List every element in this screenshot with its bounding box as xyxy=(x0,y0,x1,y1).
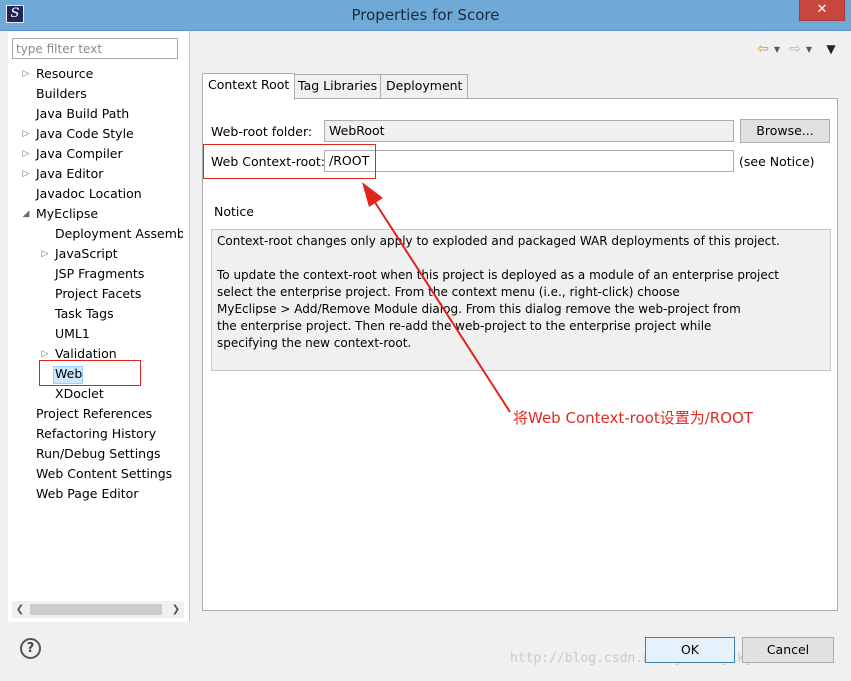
sidebar-item-web-content-settings[interactable]: Web Content Settings xyxy=(8,465,183,485)
scrollbar-thumb[interactable] xyxy=(30,604,162,615)
history-navigation: ⇦ ▾ ⇨ ▾ ▼ xyxy=(755,41,837,59)
forward-menu-chevron-icon[interactable]: ▾ xyxy=(803,42,815,56)
sidebar-item-java-editor[interactable]: ▷ Java Editor xyxy=(8,165,183,185)
sidebar-item-label: Java Editor xyxy=(36,166,104,181)
sidebar-item-label: UML1 xyxy=(55,326,90,341)
sidebar-item-java-build-path[interactable]: Java Build Path xyxy=(8,105,183,125)
sidebar-item-javadoc-location[interactable]: Javadoc Location xyxy=(8,185,183,205)
scroll-left-icon[interactable]: ❮ xyxy=(12,601,28,618)
sidebar-item-label: Javadoc Location xyxy=(36,186,142,201)
sidebar-item-project-references[interactable]: Project References xyxy=(8,405,183,425)
notice-paragraph: Context-root changes only apply to explo… xyxy=(217,234,780,248)
sidebar-item-label: Refactoring History xyxy=(36,426,157,441)
property-page-tree: ▷ Resource Builders Java Build Path ▷ Ja… xyxy=(8,65,183,505)
sidebar-item-java-code-style[interactable]: ▷ Java Code Style xyxy=(8,125,183,145)
sidebar-item-label: Java Code Style xyxy=(36,126,134,141)
scroll-right-icon[interactable]: ❯ xyxy=(168,601,184,618)
help-icon[interactable]: ? xyxy=(20,638,41,659)
sidebar-item-java-compiler[interactable]: ▷ Java Compiler xyxy=(8,145,183,165)
sidebar-item-label: Task Tags xyxy=(55,306,114,321)
expand-chevron-icon[interactable]: ▷ xyxy=(20,145,32,163)
sidebar-item-label: Web Content Settings xyxy=(36,466,173,481)
sidebar-item-deployment-assembly[interactable]: Deployment Assembl xyxy=(8,225,183,245)
sidebar-item-label: Run/Debug Settings xyxy=(36,446,161,461)
notice-line: select the enterprise project. From the … xyxy=(217,285,680,299)
annotation-box-web xyxy=(39,360,141,386)
sidebar-item-label: Java Build Path xyxy=(36,106,130,121)
notice-line: specifying the new context-root. xyxy=(217,336,412,350)
notice-line: MyEclipse > Add/Remove Module dialog. Fr… xyxy=(217,302,741,316)
forward-arrow-icon[interactable]: ⇨ xyxy=(787,41,803,57)
browse-button[interactable]: Browse... xyxy=(740,119,830,143)
sidebar-item-label: Resource xyxy=(36,66,94,81)
sidebar-item-label: JSP Fragments xyxy=(55,266,145,281)
sidebar-item-javascript[interactable]: ▷ JavaScript xyxy=(8,245,183,265)
web-context-root-input[interactable]: /ROOT xyxy=(324,150,734,172)
expand-chevron-icon[interactable]: ▷ xyxy=(20,125,32,143)
sidebar-item-refactoring-history[interactable]: Refactoring History xyxy=(8,425,183,445)
back-arrow-icon[interactable]: ⇦ xyxy=(755,41,771,57)
sidebar-item-label: Java Compiler xyxy=(36,146,123,161)
sidebar-item-jsp-fragments[interactable]: JSP Fragments xyxy=(8,265,183,285)
tab-tag-libraries[interactable]: Tag Libraries xyxy=(292,74,384,98)
sidebar-item-xdoclet[interactable]: XDoclet xyxy=(8,385,183,405)
view-menu-icon[interactable]: ▼ xyxy=(825,42,837,56)
expand-chevron-icon[interactable]: ▷ xyxy=(20,165,32,183)
sidebar-item-project-facets[interactable]: Project Facets xyxy=(8,285,183,305)
sidebar-item-label: Deployment Assembl xyxy=(55,226,183,241)
collapse-chevron-icon[interactable]: ◢ xyxy=(20,205,32,223)
sidebar-item-task-tags[interactable]: Task Tags xyxy=(8,305,183,325)
window-title: Properties for Score xyxy=(351,6,500,24)
notice-line: the enterprise project. Then re-add the … xyxy=(217,319,712,333)
back-menu-chevron-icon[interactable]: ▾ xyxy=(771,42,783,56)
close-window-button[interactable]: ✕ xyxy=(799,0,845,21)
web-root-folder-field: WebRoot xyxy=(324,120,734,142)
web-root-folder-label: Web-root folder: xyxy=(211,124,313,139)
sidebar-item-run-debug-settings[interactable]: Run/Debug Settings xyxy=(8,445,183,465)
sidebar-item-label: JavaScript xyxy=(55,246,118,261)
properties-sidebar: ▷ Resource Builders Java Build Path ▷ Ja… xyxy=(8,31,190,622)
notice-heading: Notice xyxy=(214,204,254,219)
sidebar-item-label: XDoclet xyxy=(55,386,104,401)
annotation-box-context-root xyxy=(203,144,376,179)
expand-chevron-icon[interactable]: ▷ xyxy=(20,65,32,83)
title-bar: S Properties for Score ✕ xyxy=(0,0,851,31)
sidebar-item-label: Builders xyxy=(36,86,87,101)
notice-paragraph: To update the context-root when this pro… xyxy=(217,267,825,352)
notice-line: To update the context-root when this pro… xyxy=(217,268,780,282)
sidebar-item-label: Project Facets xyxy=(55,286,142,301)
sidebar-item-label: Web Page Editor xyxy=(36,486,139,501)
ok-button[interactable]: OK xyxy=(645,637,735,663)
notice-text: Context-root changes only apply to explo… xyxy=(211,229,831,371)
sidebar-item-label: MyEclipse xyxy=(36,206,99,221)
tab-deployment[interactable]: Deployment xyxy=(380,74,469,98)
property-page: ⇦ ▾ ⇨ ▾ ▼ Context Root Tag Libraries Deplo… xyxy=(192,31,843,622)
see-notice-label: (see Notice) xyxy=(739,154,815,169)
tab-context-root[interactable]: Context Root xyxy=(202,73,296,100)
sidebar-item-uml1[interactable]: UML1 xyxy=(8,325,183,345)
filter-input[interactable] xyxy=(12,38,178,59)
sidebar-item-resource[interactable]: ▷ Resource xyxy=(8,65,183,85)
cancel-button[interactable]: Cancel xyxy=(742,637,834,663)
annotation-caption: 将Web Context-root设置为/ROOT xyxy=(513,409,753,427)
sidebar-item-myeclipse[interactable]: ◢ MyEclipse xyxy=(8,205,183,225)
sidebar-item-label: Project References xyxy=(36,406,153,421)
sidebar-item-builders[interactable]: Builders xyxy=(8,85,183,105)
sidebar-item-web-page-editor[interactable]: Web Page Editor xyxy=(8,485,183,505)
horizontal-scrollbar[interactable]: ❮ ❯ xyxy=(12,601,184,618)
expand-chevron-icon[interactable]: ▷ xyxy=(39,245,51,263)
